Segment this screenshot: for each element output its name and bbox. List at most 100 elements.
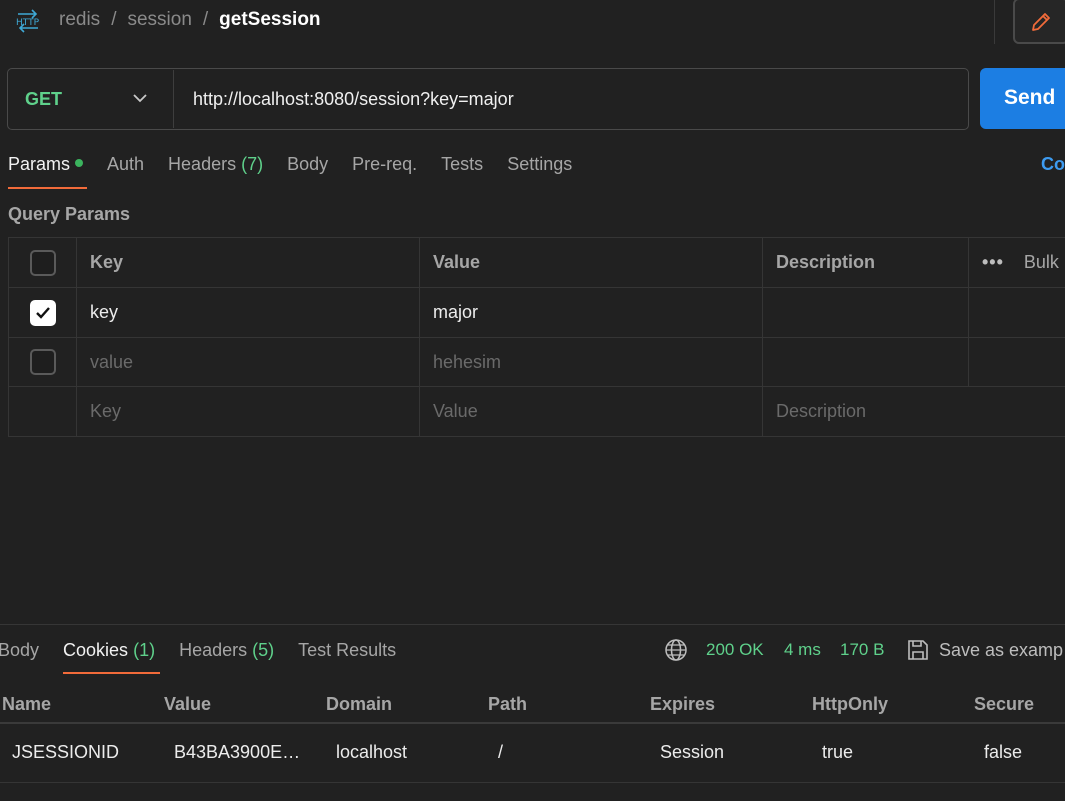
tab-auth[interactable]: Auth — [107, 154, 144, 175]
save-as-example-button[interactable]: Save as examp — [939, 640, 1063, 661]
breadcrumb-item-session[interactable]: session — [127, 9, 191, 31]
save-icon — [908, 640, 928, 660]
tab-label: Body — [287, 154, 329, 174]
param-description-input[interactable] — [763, 338, 969, 386]
table-row: JSESSIONID B43BA3900E… localhost / Sessi… — [0, 725, 1065, 783]
globe-icon[interactable] — [664, 638, 688, 662]
cookie-httponly[interactable]: true — [822, 742, 853, 763]
column-header-value: Value — [420, 238, 763, 287]
breadcrumb-separator: / — [202, 9, 209, 30]
table-row: value hehesim — [9, 338, 1065, 387]
select-all-cell — [9, 238, 77, 287]
param-key-input[interactable]: value — [77, 338, 420, 386]
new-param-row: Key Value Description — [9, 387, 1065, 436]
more-icon[interactable]: ••• — [982, 252, 1004, 273]
empty-cell — [9, 387, 77, 436]
breadcrumb: redis / session / getSession — [59, 9, 321, 31]
chevron-down-icon[interactable] — [131, 89, 149, 107]
tab-label: Settings — [507, 154, 573, 174]
response-tabs: Body Cookies (1) Headers (5) Test Result… — [0, 640, 420, 661]
tab-label: Test Results — [298, 640, 397, 660]
cookie-value[interactable]: B43BA3900E… — [174, 742, 300, 763]
breadcrumb-separator: / — [111, 9, 117, 30]
column-header-domain: Domain — [326, 694, 393, 714]
url-input[interactable]: http://localhost:8080/session?key=major — [193, 89, 514, 110]
table-header-row: Key Value Description ••• Bulk — [9, 238, 1065, 288]
response-time[interactable]: 4 ms — [784, 640, 821, 660]
divider — [173, 70, 174, 128]
tab-label: Tests — [441, 154, 484, 174]
method-select[interactable]: GET — [25, 89, 62, 110]
tab-label: Cookies — [63, 640, 129, 660]
response-divider[interactable] — [0, 624, 1065, 625]
cookie-expires[interactable]: Session — [660, 742, 724, 763]
page-title[interactable]: getSession — [219, 9, 320, 31]
tab-label: Headers — [179, 640, 248, 660]
tab-body[interactable]: Body — [287, 154, 328, 175]
param-value-input[interactable]: hehesim — [420, 338, 763, 386]
empty-cell — [969, 288, 1065, 337]
tab-response-body[interactable]: Body — [0, 640, 39, 661]
tab-response-headers[interactable]: Headers (5) — [179, 640, 274, 661]
tab-label: Auth — [107, 154, 145, 174]
active-tab-indicator — [63, 672, 160, 674]
cookie-path[interactable]: / — [498, 742, 503, 763]
response-size[interactable]: 170 B — [840, 640, 884, 660]
cookies-link[interactable]: Co — [1041, 154, 1065, 175]
row-checkbox[interactable] — [29, 349, 56, 375]
param-key-input[interactable]: key — [77, 288, 420, 337]
query-params-title: Query Params — [8, 204, 131, 224]
tab-label: Pre-req. — [352, 154, 418, 174]
tab-count: (5) — [252, 640, 275, 660]
checkmark-icon — [35, 306, 50, 319]
column-header-value: Value — [164, 694, 212, 714]
tab-tests[interactable]: Tests — [441, 154, 483, 175]
tab-cookies[interactable]: Cookies (1) — [63, 640, 155, 661]
active-dot — [75, 159, 84, 168]
tab-pre-request[interactable]: Pre-req. — [352, 154, 417, 175]
cookie-secure[interactable]: false — [984, 742, 1022, 763]
new-key-input[interactable]: Key — [77, 387, 420, 436]
param-value-input[interactable]: major — [420, 288, 763, 337]
param-description-input[interactable] — [763, 288, 969, 337]
tab-label: Body — [0, 640, 40, 660]
request-tabs: Params Auth Headers (7) Body Pre-req. Te… — [8, 154, 596, 175]
status-code[interactable]: 200 OK — [706, 640, 764, 660]
column-header-secure: Secure — [974, 694, 1035, 714]
column-header-name: Name — [2, 694, 52, 714]
divider — [994, 0, 995, 44]
new-value-input[interactable]: Value — [420, 387, 763, 436]
empty-cell — [969, 338, 1065, 386]
column-header-expires: Expires — [650, 694, 716, 714]
tab-label: Headers — [168, 154, 237, 174]
cookie-name[interactable]: JSESSIONID — [12, 742, 119, 763]
tab-count: (7) — [241, 154, 264, 174]
active-tab-indicator — [8, 187, 87, 189]
svg-text:HTTP: HTTP — [16, 18, 40, 28]
http-icon: HTTP — [16, 9, 40, 33]
cookies-table-header: Name Value Domain Path Expires HttpOnly … — [0, 684, 1065, 724]
row-checkbox-cell — [9, 288, 77, 337]
tab-test-results[interactable]: Test Results — [298, 640, 396, 661]
query-params-table: Key Value Description ••• Bulk key major… — [8, 237, 1065, 437]
bulk-edit-cell: ••• Bulk — [969, 238, 1065, 287]
row-checkbox-cell — [9, 338, 77, 386]
select-all-checkbox[interactable] — [29, 249, 56, 276]
new-description-input[interactable]: Description — [763, 387, 1065, 436]
send-button[interactable]: Send — [980, 68, 1065, 129]
tab-count: (1) — [133, 640, 156, 660]
column-header-key: Key — [77, 238, 420, 287]
tab-settings[interactable]: Settings — [507, 154, 572, 175]
tab-label: Params — [8, 154, 71, 174]
bulk-edit-button[interactable]: Bulk — [1024, 252, 1059, 273]
edit-button[interactable] — [1013, 0, 1065, 44]
column-header-httponly: HttpOnly — [812, 694, 888, 714]
tab-headers[interactable]: Headers (7) — [168, 154, 263, 175]
tab-params[interactable]: Params — [8, 154, 84, 175]
column-header-path: Path — [488, 694, 528, 714]
cookie-domain[interactable]: localhost — [336, 742, 407, 763]
column-header-description: Description — [763, 238, 969, 287]
table-row: key major — [9, 288, 1065, 338]
row-checkbox[interactable] — [29, 299, 56, 326]
breadcrumb-item-redis[interactable]: redis — [59, 9, 100, 31]
